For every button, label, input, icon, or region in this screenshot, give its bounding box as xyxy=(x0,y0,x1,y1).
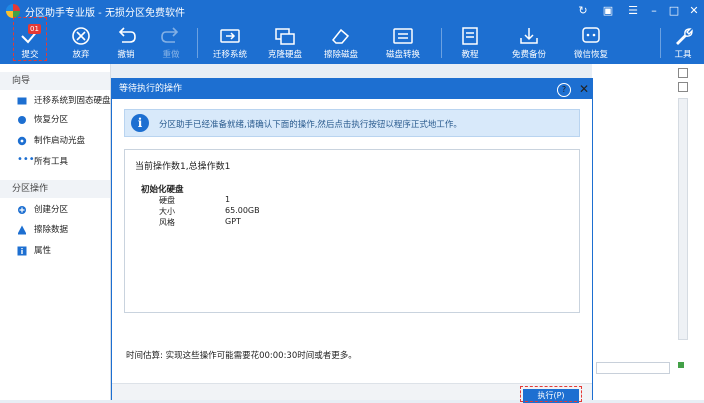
pending-count-badge: 01 xyxy=(28,24,41,34)
wrench-icon xyxy=(676,28,693,45)
menu-icon[interactable]: ☰ xyxy=(624,3,642,19)
redo-icon xyxy=(161,27,179,43)
clone-disk-button[interactable]: 克隆硬盘 xyxy=(262,22,308,64)
sidebar-item-label: 创建分区 xyxy=(34,205,69,215)
title-bar: 分区助手专业版 - 无损分区免费软件 ↻ ▣ ☰ – □ ✕ xyxy=(0,0,704,22)
backup-label: 免费备份 xyxy=(511,50,546,60)
operation-value: GPT xyxy=(225,217,241,226)
disk-map-area xyxy=(592,64,704,400)
migrate-icon xyxy=(17,97,27,105)
sidebar-item-label: 恢复分区 xyxy=(34,115,69,125)
close-icon[interactable]: ✕ xyxy=(577,79,591,99)
clone-label: 克隆硬盘 xyxy=(267,50,302,60)
maximize-icon[interactable]: □ xyxy=(665,3,683,19)
sidebar-item-label: 属性 xyxy=(34,246,52,256)
sidebar-item-label: 所有工具 xyxy=(34,157,69,167)
disk-bar xyxy=(596,362,670,374)
toolbar: 提交 放弃 撤销 重做 迁移系统 克隆硬盘 擦除磁盘 磁盘转换 教程 免费备份 … xyxy=(0,22,704,64)
info-text: 分区助手已经准备就绪,请确认下面的操作,然后点击执行按钮以程序正式地工作。 xyxy=(159,120,462,130)
sidebar-item-properties[interactable]: 属性 xyxy=(0,242,110,260)
undo-icon xyxy=(118,27,136,43)
tutorial-label: 教程 xyxy=(461,50,479,60)
convert-icon xyxy=(393,28,413,44)
time-estimate: 时间估算: 实现这些操作可能需要花00:00:30时间或者更多。 xyxy=(126,351,357,361)
recover-icon xyxy=(18,116,26,124)
disc-icon xyxy=(17,136,27,146)
dialog-header: 等待执行的操作 xyxy=(112,79,592,99)
more-icon: ••• xyxy=(17,154,35,165)
operation-value: 1 xyxy=(225,195,231,204)
wipe-disk-button[interactable]: 擦除磁盘 xyxy=(318,22,364,64)
operation-key: 大小 xyxy=(159,207,175,216)
clone-icon xyxy=(275,28,295,45)
erase-icon xyxy=(18,225,26,235)
sidebar-item-alltools[interactable]: ••• 所有工具 xyxy=(0,153,110,171)
create-icon xyxy=(18,206,26,214)
book-icon xyxy=(462,27,478,45)
wipe-label: 擦除磁盘 xyxy=(323,50,358,60)
minimize-icon[interactable]: – xyxy=(645,3,663,19)
sidebar-section-wizard: 向导 xyxy=(0,72,110,90)
operation-value: 65.00GB xyxy=(225,206,260,215)
view-toggle-icon[interactable] xyxy=(678,68,688,78)
tools-label: 工具 xyxy=(674,50,692,60)
sidebar-section-ops: 分区操作 xyxy=(0,180,110,198)
dialog-title: 等待执行的操作 xyxy=(119,84,183,94)
toolbar-divider xyxy=(197,28,198,58)
operation-key: 硬盘 xyxy=(159,196,175,205)
help-icon[interactable]: ? xyxy=(557,83,571,97)
status-square-icon xyxy=(678,362,684,368)
close-icon[interactable]: ✕ xyxy=(685,3,703,19)
sidebar-item-label: 迁移系统到固态硬盘 xyxy=(34,96,111,106)
discard-icon xyxy=(72,27,90,45)
app-logo-icon xyxy=(6,4,20,18)
operation-title: 初始化硬盘 xyxy=(141,185,184,195)
tutorial-button[interactable]: 教程 xyxy=(447,22,493,64)
info-icon xyxy=(17,246,27,256)
redo-button[interactable]: 重做 xyxy=(148,22,194,64)
wechat-icon xyxy=(582,27,600,43)
tools-button[interactable]: 工具 xyxy=(660,22,704,64)
refresh-icon[interactable]: ↻ xyxy=(574,3,592,19)
sidebar-item-bootdisc[interactable]: 制作启动光盘 xyxy=(0,132,110,150)
operation-summary: 当前操作数1,总操作数1 xyxy=(135,162,231,172)
disk-convert-button[interactable]: 磁盘转换 xyxy=(380,22,426,64)
gift-icon[interactable]: ▣ xyxy=(599,3,617,19)
undo-button[interactable]: 撤销 xyxy=(103,22,149,64)
wechat-recovery-button[interactable]: 微信恢复 xyxy=(568,22,614,64)
discard-button[interactable]: 放弃 xyxy=(58,22,104,64)
operations-list: 当前操作数1,总操作数1 初始化硬盘 硬盘 1 大小 65.00GB 风格 GP… xyxy=(124,149,580,313)
sidebar-item-erase[interactable]: 擦除数据 xyxy=(0,221,110,239)
convert-label: 磁盘转换 xyxy=(385,50,420,60)
eraser-icon xyxy=(331,28,350,44)
sidebar-item-migrate[interactable]: 迁移系统到固态硬盘 xyxy=(0,92,111,110)
discard-label: 放弃 xyxy=(72,50,90,60)
backup-icon xyxy=(520,28,538,44)
sidebar-item-label: 制作启动光盘 xyxy=(34,136,86,146)
redo-label: 重做 xyxy=(162,50,180,60)
info-banner: i 分区助手已经准备就绪,请确认下面的操作,然后点击执行按钮以程序正式地工作。 xyxy=(124,109,580,137)
sidebar-item-label: 擦除数据 xyxy=(34,225,69,235)
scrollbar[interactable] xyxy=(678,98,688,340)
toolbar-divider xyxy=(441,28,442,58)
free-backup-button[interactable]: 免费备份 xyxy=(506,22,552,64)
wechat-label: 微信恢复 xyxy=(573,50,608,60)
info-icon: i xyxy=(131,114,149,132)
sidebar-item-create[interactable]: 创建分区 xyxy=(0,201,110,219)
view-toggle-icon[interactable] xyxy=(678,82,688,92)
undo-label: 撤销 xyxy=(117,50,135,60)
window-title: 分区助手专业版 - 无损分区免费软件 xyxy=(25,8,185,19)
pending-operations-dialog: 等待执行的操作 ? ✕ i 分区助手已经准备就绪,请确认下面的操作,然后点击执行… xyxy=(111,78,593,403)
sidebar: 向导 迁移系统到固态硬盘 恢复分区 制作启动光盘 ••• 所有工具 分区操作 创… xyxy=(0,64,111,400)
migrate-icon xyxy=(220,29,240,43)
sidebar-item-recover[interactable]: 恢复分区 xyxy=(0,111,110,129)
operation-key: 风格 xyxy=(159,218,175,227)
migrate-system-button[interactable]: 迁移系统 xyxy=(207,22,253,64)
migrate-label: 迁移系统 xyxy=(212,50,247,60)
